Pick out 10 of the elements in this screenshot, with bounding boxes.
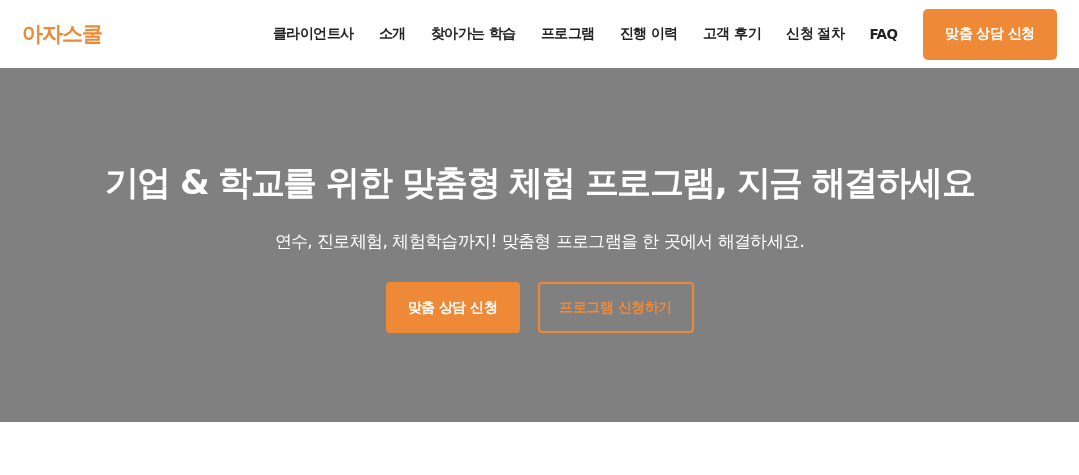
- nav-link[interactable]: 소개: [366, 25, 419, 43]
- nav-link[interactable]: 프로그램: [528, 25, 608, 43]
- hero-title: 기업 & 학교를 위한 맞춤형 체험 프로그램, 지금 해결하세요: [104, 161, 975, 204]
- nav-link[interactable]: 진행 이력: [607, 25, 691, 43]
- hero-subtitle: 연수, 진로체험, 체험학습까지! 맞춤형 프로그램을 한 곳에서 해결하세요.: [274, 230, 805, 253]
- nav-link[interactable]: 고객 후기: [690, 25, 774, 43]
- nav-link[interactable]: 찾아가는 학습: [418, 25, 529, 43]
- nav-link[interactable]: FAQ: [856, 26, 910, 42]
- nav-link[interactable]: 클라이언트사: [260, 25, 367, 43]
- nav-link[interactable]: 신청 절차: [773, 25, 857, 43]
